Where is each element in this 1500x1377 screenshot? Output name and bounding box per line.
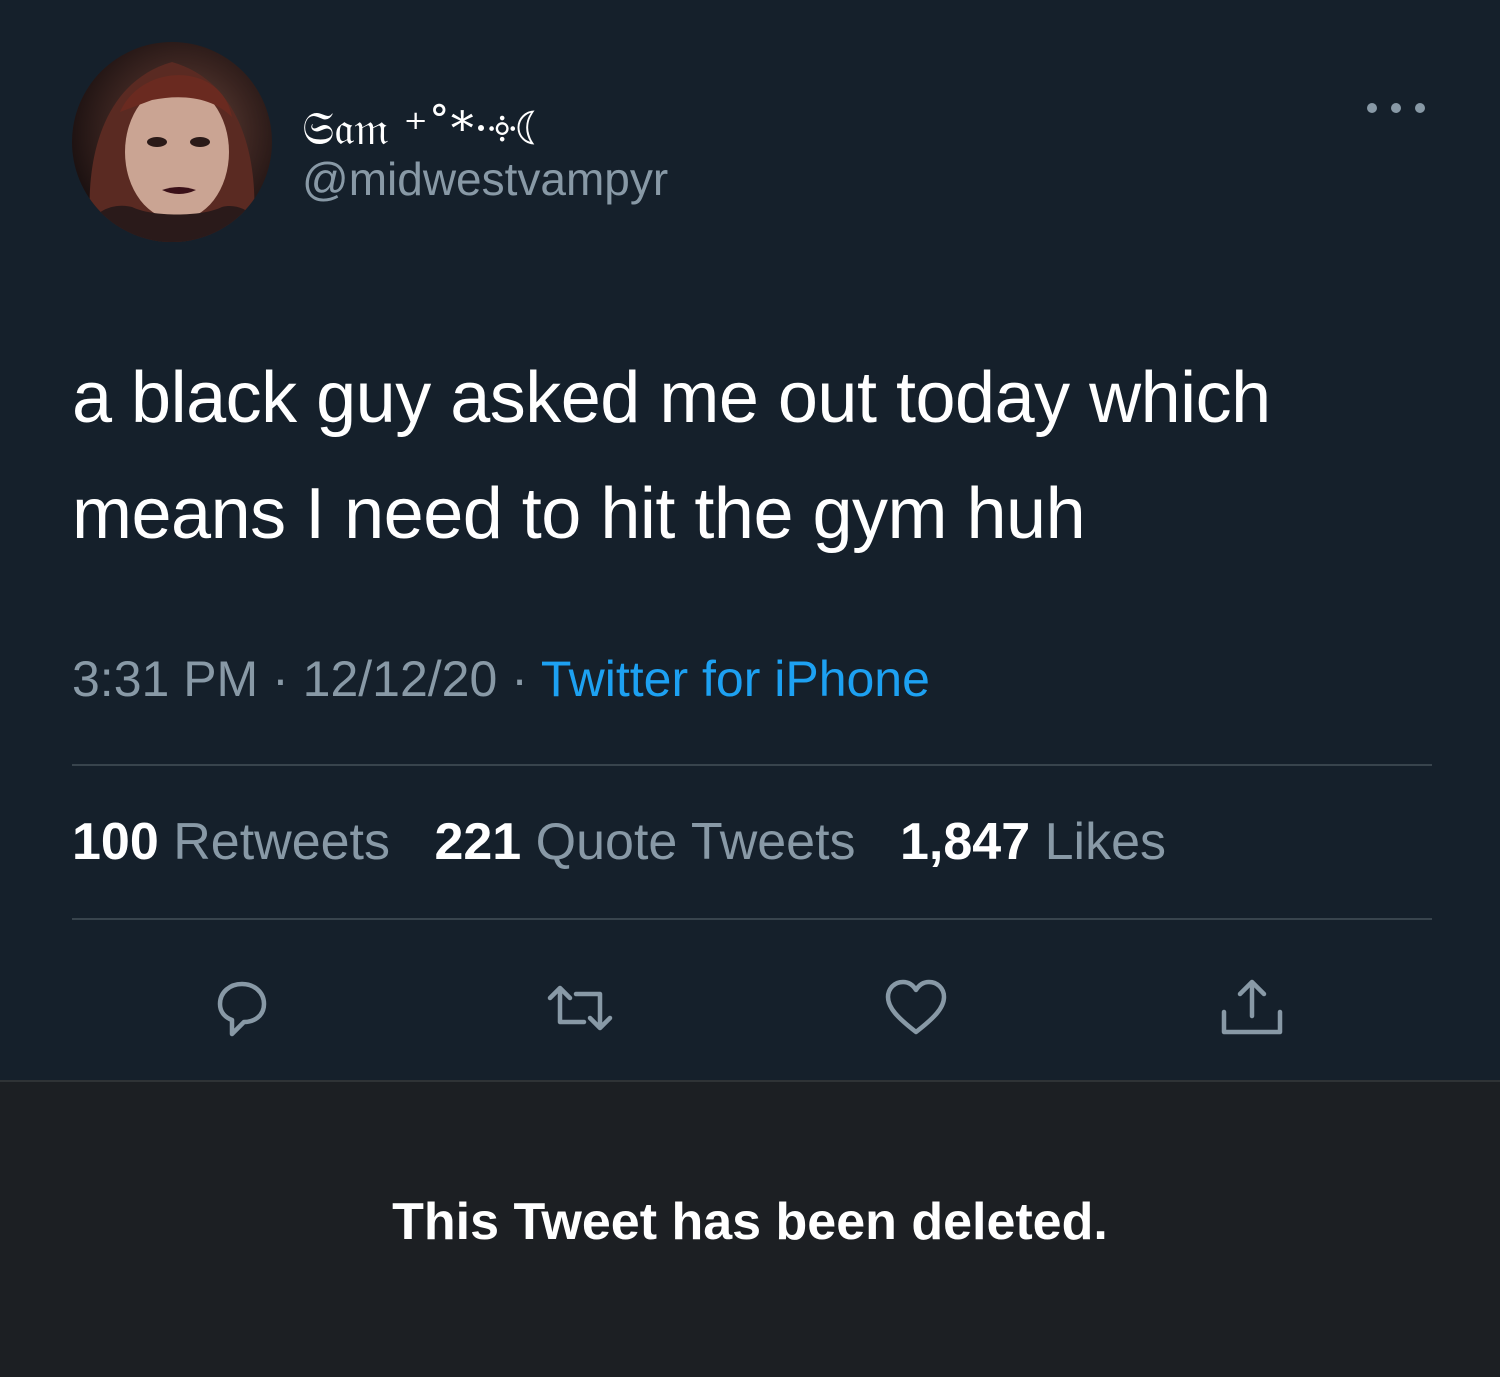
avatar-image [82,62,267,242]
meta-separator: · [272,651,303,707]
deleted-tweet-notice: This Tweet has been deleted. [0,1080,1500,1377]
quote-tweets-label: Quote Tweets [535,813,856,871]
meta-separator: · [511,651,541,707]
likes-label: Likes [1044,813,1167,871]
retweet-icon[interactable] [544,972,616,1044]
divider [72,918,1432,920]
like-icon[interactable] [880,972,952,1044]
tweet-stats: 100 Retweets 221 Quote Tweets 1,847 Like… [72,812,1196,872]
divider [72,764,1432,766]
tweet-card: 𝔖𝔞𝔪 ⁺˚*·༓☾ @midwestvampyr a black guy as… [0,0,1500,1080]
quote-tweets-count: 221 [434,813,522,871]
retweets-label: Retweets [173,813,390,871]
retweets-stat[interactable]: 100 Retweets [72,813,390,871]
avatar[interactable] [72,42,272,242]
tweet-date[interactable]: 12/12/20 [303,651,498,707]
deleted-tweet-text: This Tweet has been deleted. [392,1193,1108,1251]
share-icon[interactable] [1216,972,1288,1044]
reply-icon[interactable] [206,972,278,1044]
retweets-count: 100 [72,813,159,871]
tweet-time[interactable]: 3:31 PM [72,651,258,707]
tweet-source[interactable]: Twitter for iPhone [541,651,930,707]
user-handle[interactable]: @midwestvampyr [302,152,668,206]
tweet-meta: 3:31 PM · 12/12/20 · Twitter for iPhone [72,650,930,708]
tweet-text: a black guy asked me out today which mea… [72,358,1271,554]
quote-tweets-stat[interactable]: 221 Quote Tweets [434,813,855,871]
likes-count: 1,847 [900,813,1031,871]
likes-stat[interactable]: 1,847 Likes [900,813,1166,871]
more-options-icon[interactable] [1362,96,1430,120]
